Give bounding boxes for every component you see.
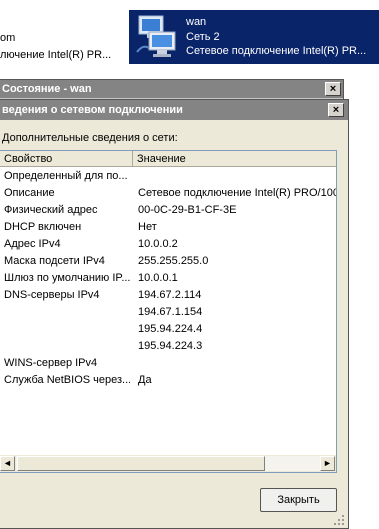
table-row[interactable]: 194.67.1.154 <box>0 304 336 321</box>
details-close-x-button[interactable]: × <box>328 103 344 117</box>
resize-grip-icon[interactable] <box>333 514 345 526</box>
connection-network: Сеть 2 <box>186 31 220 43</box>
listview-header: Свойство Значение <box>0 151 336 167</box>
column-header-value[interactable]: Значение <box>133 151 336 167</box>
horizontal-scrollbar[interactable]: ◄ ► <box>0 455 336 472</box>
table-row[interactable]: Определенный для по... <box>0 168 336 185</box>
details-listview[interactable]: Свойство Значение Определенный для по...… <box>0 150 337 473</box>
status-window-titlebar: Состояние - wan × <box>0 80 343 98</box>
network-connections-list: om лючение Intel(R) PR... wan Сеть 2 Сет… <box>0 0 379 80</box>
connection-item-wan[interactable]: wan Сеть 2 Сетевое подключение Intel(R) … <box>129 10 379 64</box>
connection-details-dialog: ведения о сетевом подключении × Дополнит… <box>0 99 349 529</box>
connection-adapter: лючение Intel(R) PR... <box>0 49 112 61</box>
table-row[interactable]: Физический адрес 00-0C-29-B1-CF-3E <box>0 202 336 219</box>
status-close-button[interactable]: × <box>325 82 341 96</box>
close-button[interactable]: Закрыть <box>260 488 337 512</box>
details-dialog-title: ведения о сетевом подключении <box>2 104 183 116</box>
table-row[interactable]: DHCP включен Нет <box>0 219 336 236</box>
column-header-property[interactable]: Свойство <box>0 151 133 167</box>
table-row[interactable]: Маска подсети IPv4 255.255.255.0 <box>0 253 336 270</box>
details-dialog-titlebar: ведения о сетевом подключении × <box>0 100 348 120</box>
table-row[interactable]: 195.94.224.3 <box>0 338 336 355</box>
scroll-right-arrow-icon[interactable]: ► <box>320 456 335 471</box>
details-label: Дополнительные сведения о сети: <box>2 132 178 144</box>
table-row[interactable]: Адрес IPv4 10.0.0.2 <box>0 236 336 253</box>
table-row[interactable]: Служба NetBIOS через... Да <box>0 372 336 389</box>
connection-name: om <box>0 32 16 44</box>
connection-name: wan <box>186 16 207 28</box>
connection-adapter: Сетевое подключение Intel(R) PR... <box>186 45 367 57</box>
table-row[interactable]: 195.94.224.4 <box>0 321 336 338</box>
scroll-left-arrow-icon[interactable]: ◄ <box>0 456 15 471</box>
table-row[interactable]: Описание Сетевое подключение Intel(R) PRO… <box>0 185 336 202</box>
table-row[interactable]: WINS-сервер IPv4 <box>0 355 336 372</box>
network-connection-icon <box>136 15 176 57</box>
status-window-title: Состояние - wan <box>2 83 92 95</box>
table-row[interactable]: DNS-серверы IPv4 194.67.2.114 <box>0 287 336 304</box>
table-row[interactable]: Шлюз по умолчанию IP... 10.0.0.1 <box>0 270 336 287</box>
scrollbar-thumb[interactable] <box>17 456 265 471</box>
